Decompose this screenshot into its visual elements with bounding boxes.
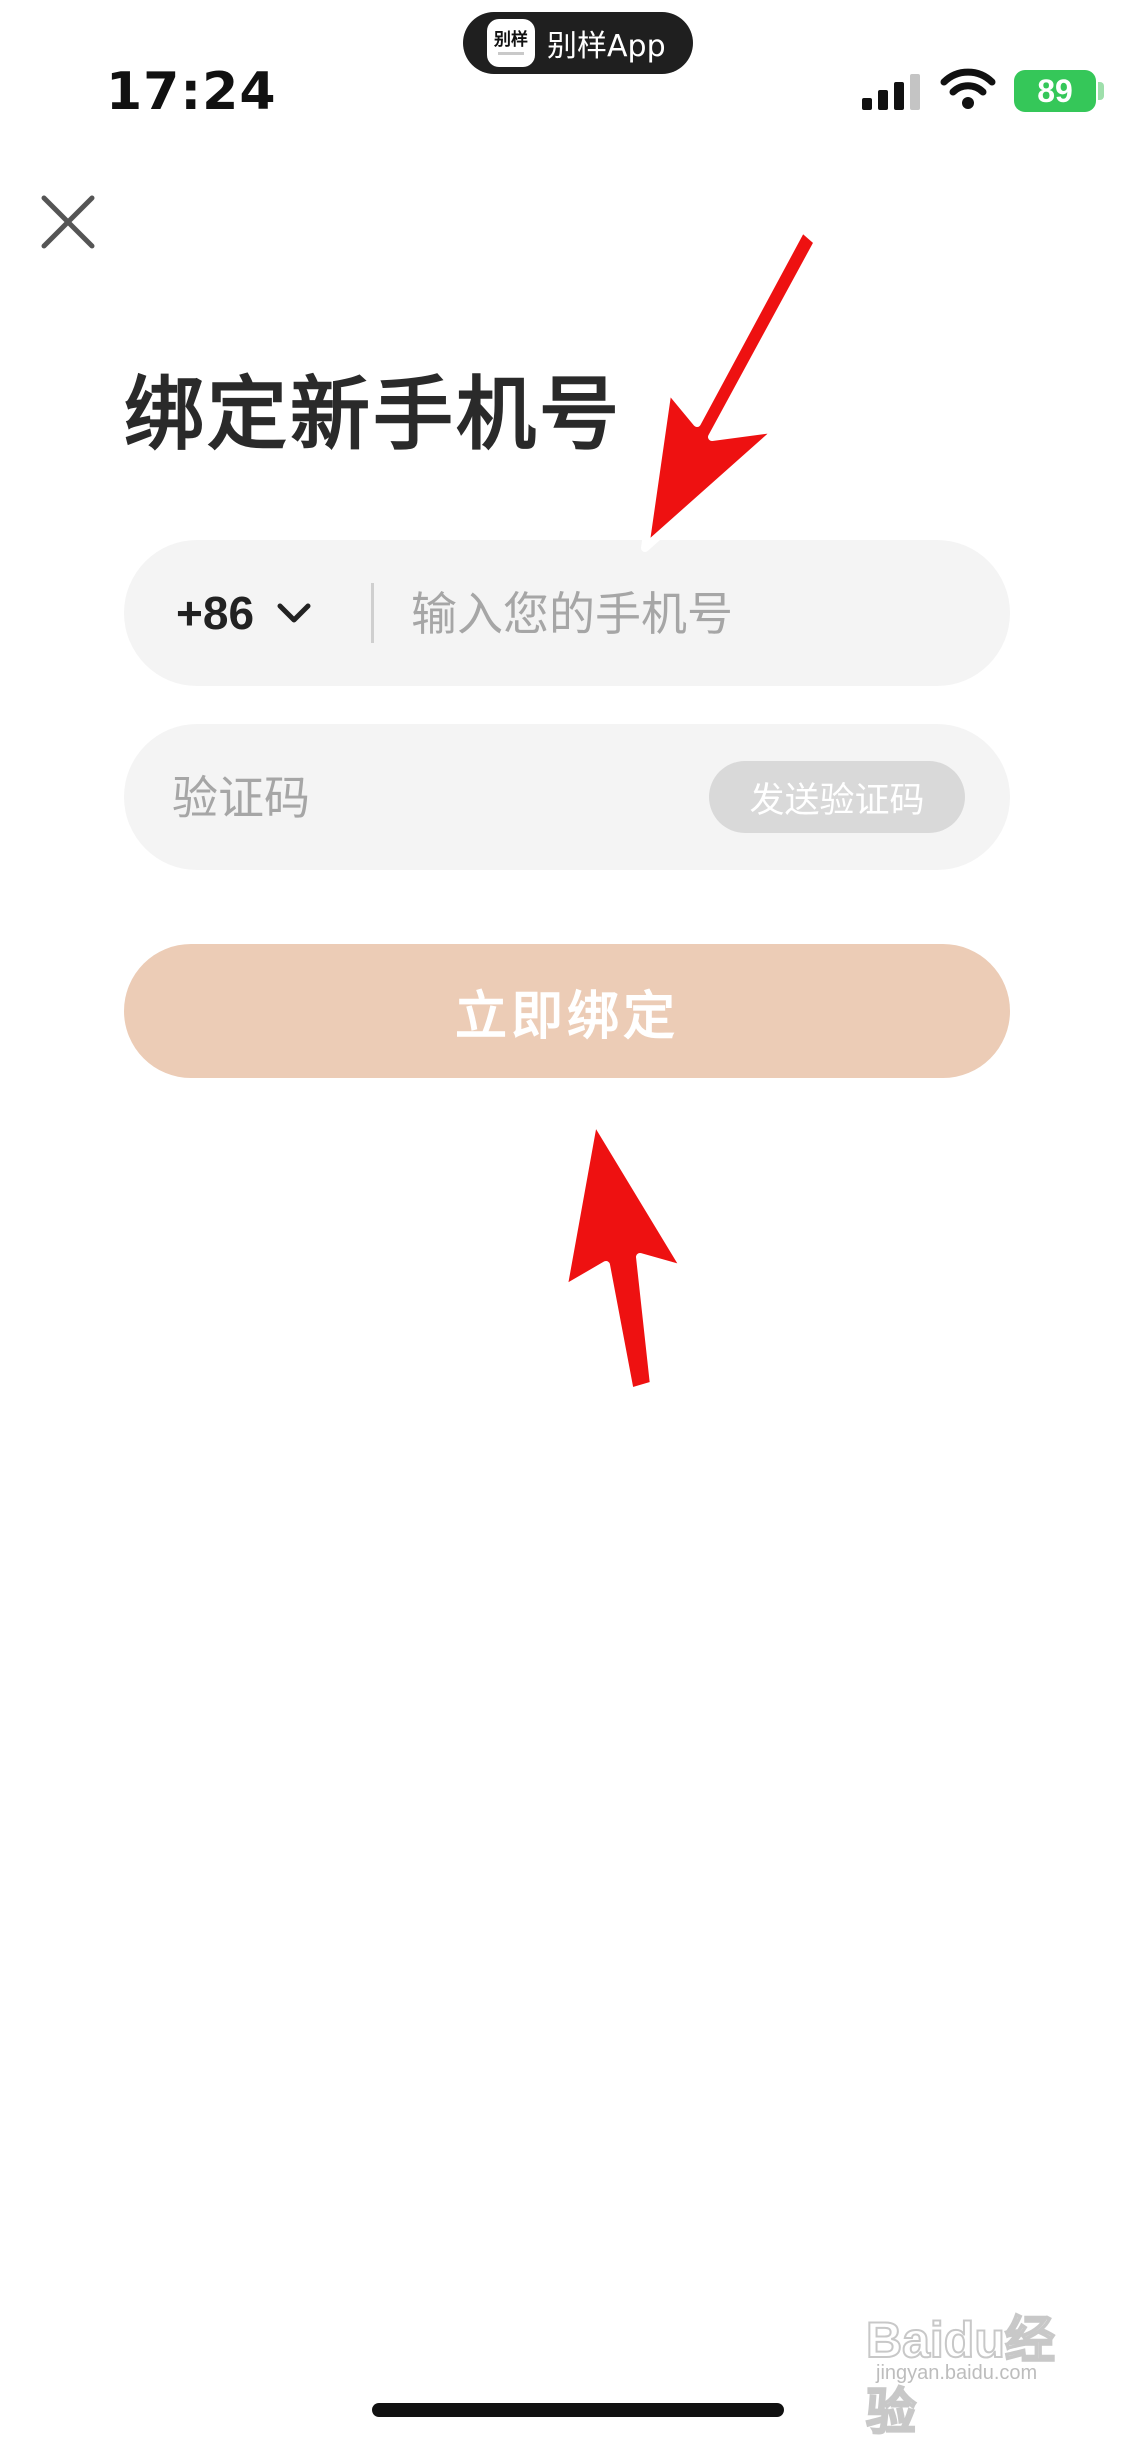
watermark-sub-text: jingyan.baidu.com	[876, 2362, 1038, 2384]
app-logo-icon: 别样	[487, 19, 535, 67]
phone-field: +86	[124, 540, 1010, 686]
country-code-selector[interactable]: +86	[176, 540, 312, 686]
verification-code-input[interactable]	[170, 747, 594, 849]
country-code-label: +86	[176, 587, 255, 639]
send-code-button[interactable]: 发送验证码	[709, 761, 965, 833]
baidu-jingyan-watermark: Baidu经验 jingyan.baidu.com	[865, 2296, 1096, 2441]
app-indicator-label: 别样App	[547, 29, 666, 64]
dynamic-island-app-indicator[interactable]: 别样 别样App	[463, 12, 693, 74]
home-indicator[interactable]	[372, 2403, 784, 2417]
signal-icon	[862, 74, 920, 110]
battery-icon: 89	[1014, 70, 1096, 112]
arrow-pointing-to-phone-input	[641, 224, 822, 552]
verification-code-field: 发送验证码	[124, 724, 1010, 870]
page-title: 绑定新手机号	[124, 368, 622, 461]
phone-number-input[interactable]	[409, 563, 973, 665]
arrow-pointing-to-bind-button	[559, 1114, 690, 1396]
bind-now-button[interactable]: 立即绑定	[124, 944, 1010, 1078]
wifi-icon	[940, 68, 996, 109]
field-divider	[371, 583, 374, 643]
app-logo-text: 别样	[494, 30, 528, 50]
chevron-down-icon	[277, 603, 311, 623]
battery-tip	[1098, 82, 1104, 100]
status-time: 17:24	[106, 62, 277, 122]
close-icon[interactable]	[36, 190, 100, 254]
battery-level: 89	[1037, 72, 1073, 109]
